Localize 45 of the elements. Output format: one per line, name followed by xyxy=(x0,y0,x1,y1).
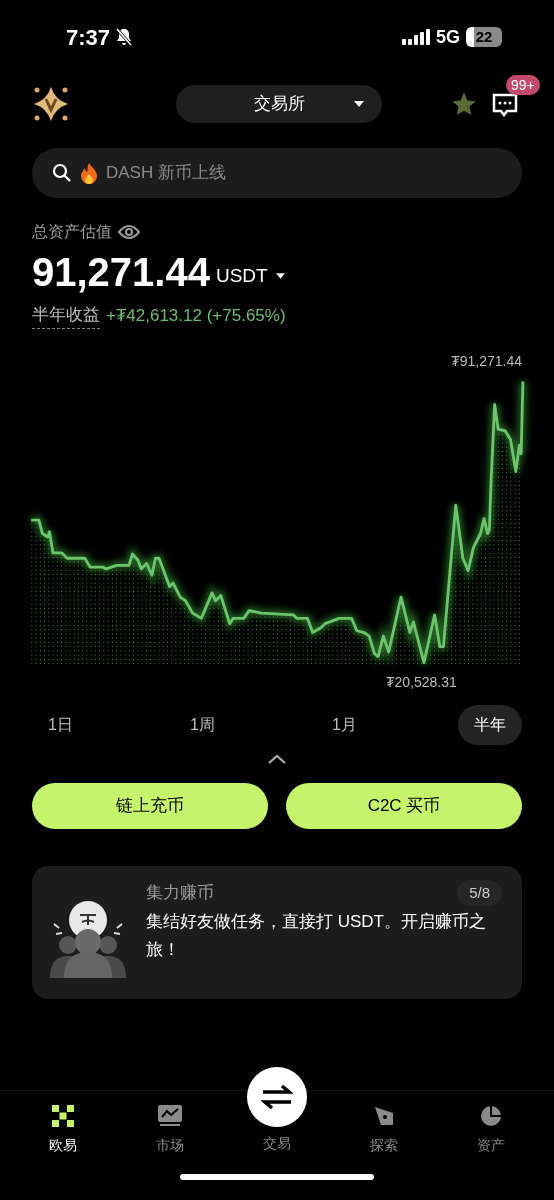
period-tab[interactable]: 1月 xyxy=(316,704,373,745)
caret-icon xyxy=(275,272,285,279)
star-icon[interactable] xyxy=(450,90,478,118)
fire-icon xyxy=(80,162,98,184)
total-assets-value: 91,271.44 xyxy=(32,249,210,296)
chart-min-label: ₮20,528.31 xyxy=(386,672,457,692)
caret-icon xyxy=(354,101,364,107)
period-tab[interactable]: 1日 xyxy=(32,704,89,745)
assets-label: 总资产估值 xyxy=(32,222,112,242)
promo-text: 集结好友做任务，直接打 USDT。开启赚币之旅！ xyxy=(146,911,487,961)
chart-max-label: ₮91,271.44 xyxy=(451,351,522,371)
compass-icon xyxy=(372,1105,395,1127)
pnl-label[interactable]: 半年收益 xyxy=(32,302,100,329)
nav-tab[interactable]: 资产 xyxy=(437,1091,544,1200)
chart-monitor-icon xyxy=(158,1105,183,1127)
message-icon[interactable] xyxy=(492,93,518,119)
network-label: 5G xyxy=(436,25,460,49)
period-tab[interactable]: 半年 xyxy=(458,704,522,745)
action-button[interactable]: C2C 买币 xyxy=(286,782,522,829)
progress-badge: 5/8 xyxy=(457,879,502,906)
grid-logo-icon xyxy=(52,1105,75,1127)
pie-chart-icon xyxy=(479,1105,502,1127)
people-group-icon xyxy=(48,899,128,980)
nav-tab[interactable]: 探索 xyxy=(330,1091,438,1200)
status-time: 7:37 xyxy=(66,23,111,52)
currency-selector[interactable]: USDT xyxy=(215,261,285,290)
nav-tab[interactable]: 交易 xyxy=(223,1067,331,1154)
chevron-up-icon[interactable] xyxy=(267,752,287,765)
action-button[interactable]: 链上充币 xyxy=(32,782,268,829)
search-placeholder: DASH 新币上线 xyxy=(106,162,226,185)
search-field[interactable]: DASH 新币上线 xyxy=(32,148,522,198)
message-badge: 99+ xyxy=(506,75,540,95)
exchange-selector[interactable]: 交易所 xyxy=(176,85,382,123)
pnl-value: +₮42,613.12 (+75.65%) xyxy=(106,304,286,327)
promo-card[interactable]: 集力赚币 5/8 集结好友做任务，直接打 USDT。开启赚币之旅！ xyxy=(32,865,522,999)
period-tab[interactable]: 1周 xyxy=(174,704,231,745)
promo-title: 集力赚币 xyxy=(146,882,214,904)
vip-diamond-icon[interactable] xyxy=(32,85,70,123)
signal-icon xyxy=(402,28,430,46)
battery-indicator: 22 xyxy=(466,27,502,47)
nav-tab[interactable]: 欧易 xyxy=(10,1091,117,1200)
search-icon xyxy=(52,163,72,183)
nav-tab[interactable]: 市场 xyxy=(116,1091,224,1200)
bell-muted-icon xyxy=(114,27,135,47)
eye-icon[interactable] xyxy=(118,224,140,240)
